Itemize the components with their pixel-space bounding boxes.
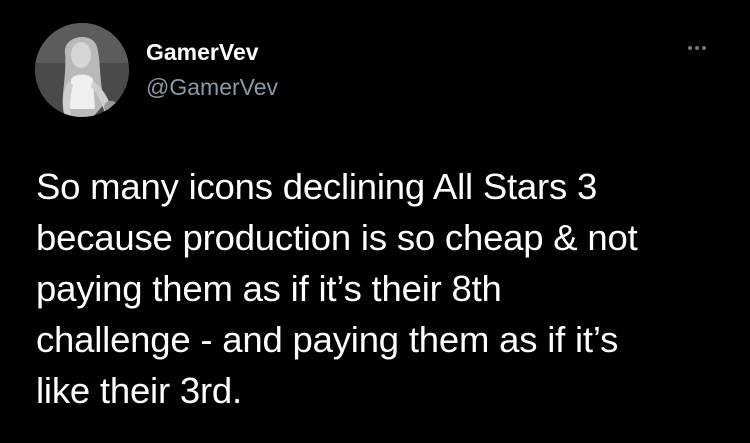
- tweet-text-line: because production is so cheap & not: [36, 217, 638, 258]
- tweet-card: GamerVev @GamerVev So many icons declini…: [0, 0, 750, 443]
- tweet-text: So many icons declining All Stars 3 beca…: [36, 161, 726, 416]
- tweet-text-line: challenge - and paying them as if it’s: [36, 319, 619, 360]
- tweet-text-line: So many icons declining All Stars 3: [36, 166, 598, 207]
- tweet-text-line: like their 3rd.: [36, 370, 242, 411]
- more-horizontal-icon-dot: [702, 46, 706, 50]
- tweet-text-line: paying them as if it’s their 8th: [36, 268, 502, 309]
- author-handle[interactable]: @GamerVev: [146, 76, 278, 99]
- author-display-name[interactable]: GamerVev: [146, 41, 259, 64]
- avatar-photo-icon: [35, 23, 129, 117]
- avatar[interactable]: [35, 23, 129, 117]
- more-horizontal-icon-dot: [695, 46, 699, 50]
- more-horizontal-icon: [688, 46, 692, 50]
- more-options-button[interactable]: [682, 38, 712, 58]
